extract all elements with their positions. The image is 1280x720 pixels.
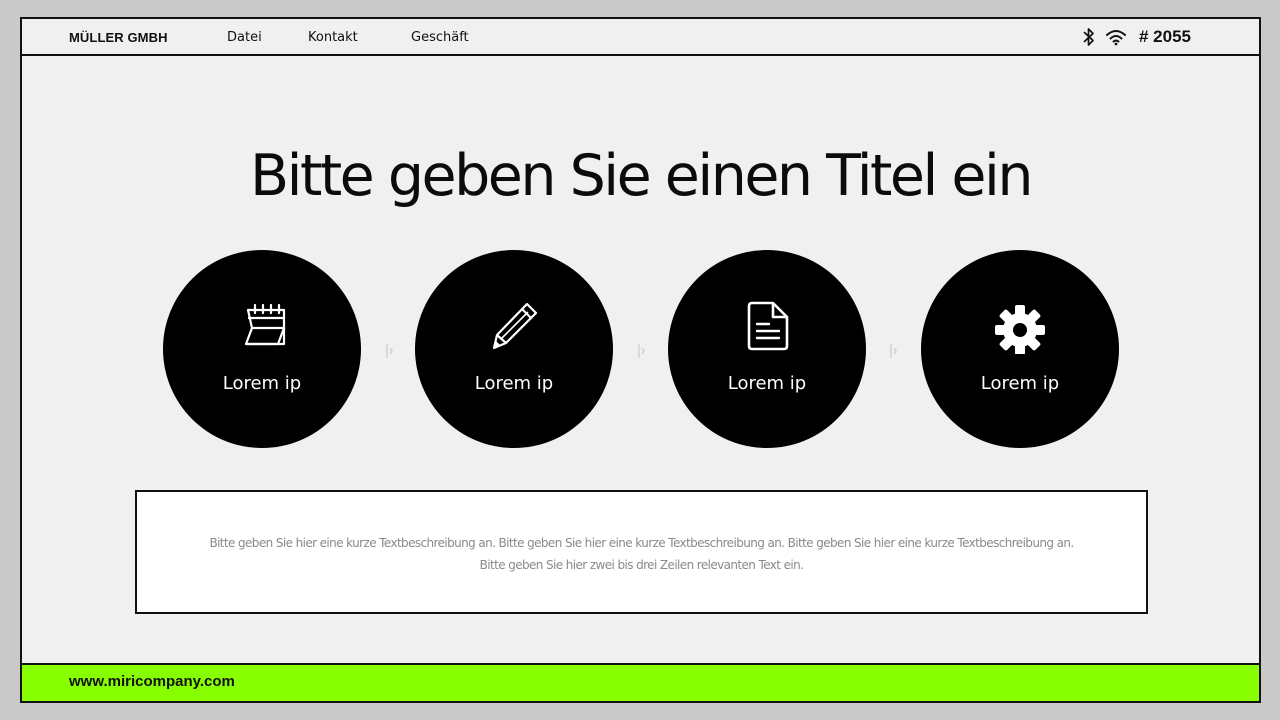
feature-label: Lorem ip (727, 373, 807, 394)
calendar-icon (234, 298, 290, 354)
feature-item-document[interactable]: Lorem ip (668, 250, 866, 448)
nav-item-kontakt[interactable]: Kontakt (308, 30, 358, 45)
description-line-1: Bitte geben Sie hier eine kurze Textbesc… (209, 536, 1074, 550)
description-line-2: Bitte geben Sie hier zwei bis drei Zeile… (479, 558, 804, 572)
feature-item-pencil[interactable]: Lorem ip (415, 250, 613, 448)
brand-name: MÜLLER GMBH (69, 30, 168, 45)
gear-icon (992, 298, 1048, 355)
bluetooth-icon (1083, 27, 1095, 47)
feature-label: Lorem ip (980, 373, 1060, 394)
pencil-icon (486, 298, 542, 354)
status-area: # 2055 (1083, 26, 1191, 48)
feature-item-gear[interactable]: Lorem ip (921, 250, 1119, 448)
slide-frame: MÜLLER GMBH Datei Kontakt Geschäft # 205… (20, 17, 1261, 703)
page-title: Bitte geben Sie einen Titel ein (250, 143, 1033, 209)
connector-arrow (386, 344, 393, 358)
feature-label: Lorem ip (222, 373, 302, 394)
description-text: Bitte geben Sie hier eine kurze Textbesc… (167, 532, 1116, 576)
feature-item-calendar[interactable]: Lorem ip (163, 250, 361, 448)
wifi-icon (1105, 28, 1127, 46)
counter-label: # 2055 (1139, 27, 1191, 46)
top-bar: MÜLLER GMBH Datei Kontakt Geschäft # 205… (22, 19, 1259, 56)
description-box: Bitte geben Sie hier eine kurze Textbesc… (135, 490, 1148, 614)
footer-url-link[interactable]: www.miricompany.com (69, 673, 235, 690)
nav-item-datei[interactable]: Datei (227, 30, 262, 45)
connector-arrow (890, 344, 897, 358)
connector-arrow (638, 344, 645, 358)
feature-label: Lorem ip (474, 373, 554, 394)
footer-bar: www.miricompany.com (22, 663, 1259, 701)
nav-item-geschaeft[interactable]: Geschäft (411, 30, 469, 45)
document-icon (739, 298, 795, 354)
